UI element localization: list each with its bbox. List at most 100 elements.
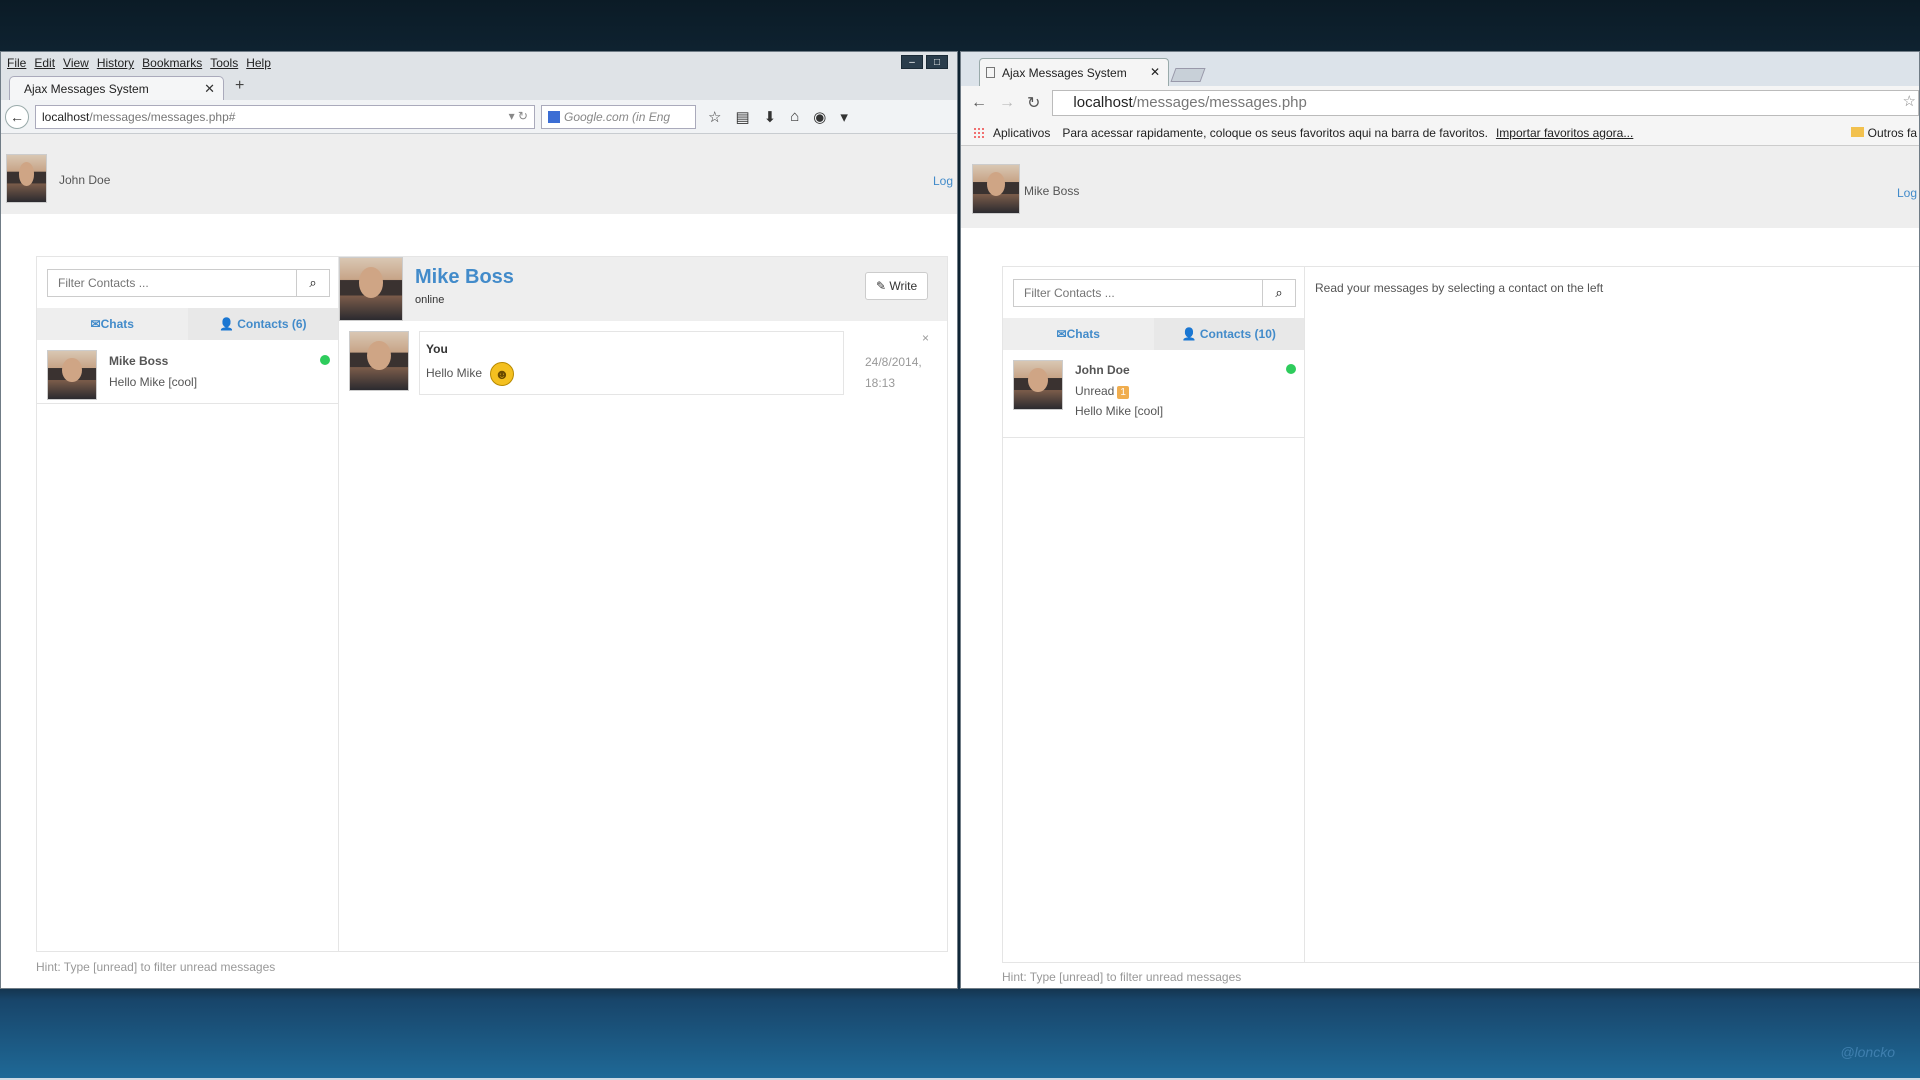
firefox-window: ‒ □ File Edit View History Bookmarks Tool… bbox=[0, 51, 958, 989]
tab-contacts[interactable]: 👤 Contacts (10) bbox=[1153, 318, 1304, 350]
close-tab-icon[interactable]: ✕ bbox=[1150, 65, 1160, 79]
page-icon bbox=[986, 67, 995, 78]
chat-header: Mike Boss online ✎ Write bbox=[339, 257, 947, 321]
menu-view[interactable]: View bbox=[63, 56, 89, 70]
tab-title: Ajax Messages System bbox=[24, 82, 149, 96]
search-icon[interactable]: ⌕ bbox=[1263, 279, 1296, 307]
tab-title: Ajax Messages System bbox=[1002, 66, 1127, 80]
watermark: @loncko bbox=[1840, 1044, 1895, 1060]
back-icon[interactable]: ← bbox=[5, 104, 29, 129]
new-tab-icon[interactable]: + bbox=[235, 77, 244, 95]
addon-icon[interactable]: ◉ bbox=[813, 108, 826, 126]
close-tab-icon[interactable]: ✕ bbox=[204, 81, 215, 97]
window-controls: ‒□ bbox=[901, 55, 948, 69]
bookmarks-bar: Aplicativos Para acessar rapidamente, co… bbox=[961, 120, 1919, 146]
search-box[interactable]: Google.com (in Eng bbox=[541, 104, 696, 129]
url-path: /messages/messages.php# bbox=[89, 109, 236, 124]
back-icon[interactable]: ← bbox=[971, 94, 987, 112]
delete-message-icon[interactable]: × bbox=[922, 331, 929, 345]
menu-icon[interactable]: ▾ bbox=[840, 108, 848, 126]
avatar bbox=[47, 350, 97, 400]
filter-contacts: ⌕ bbox=[47, 269, 330, 297]
maximize-icon[interactable]: □ bbox=[926, 55, 948, 69]
toolbar-icons: ☆ ▤ ⬇ ⌂ ◉ ▾ bbox=[708, 108, 848, 126]
home-icon[interactable]: ⌂ bbox=[790, 108, 799, 126]
contact-name: John Doe bbox=[1075, 363, 1130, 377]
logout-link[interactable]: Log bbox=[933, 174, 953, 188]
reload-icon[interactable]: ▾ ↻ bbox=[509, 109, 528, 123]
navigation-bar: ← → ↻ localhost/messages/messages.php ☆ bbox=[961, 86, 1919, 120]
current-user-name: John Doe bbox=[59, 173, 111, 187]
other-bookmarks-label: Outros fa bbox=[1867, 125, 1917, 140]
menu-help[interactable]: Help bbox=[246, 56, 271, 70]
menu-edit[interactable]: Edit bbox=[34, 56, 55, 70]
url-bar[interactable]: localhost/messages/messages.php ☆ bbox=[1052, 90, 1919, 116]
new-tab-icon[interactable] bbox=[1170, 68, 1206, 82]
chat-contact-name[interactable]: Mike Boss bbox=[415, 266, 514, 289]
logout-link[interactable]: Log bbox=[1897, 186, 1917, 200]
import-bookmarks-link[interactable]: Importar favoritos agora... bbox=[1496, 126, 1633, 140]
tab-contacts[interactable]: 👤 Contacts (6) bbox=[187, 308, 338, 340]
folder-icon bbox=[1850, 126, 1864, 137]
download-icon[interactable]: ⬇ bbox=[764, 108, 777, 126]
menu-bookmarks[interactable]: Bookmarks bbox=[142, 56, 202, 70]
bookmark-star-icon[interactable]: ☆ bbox=[1903, 92, 1916, 110]
chrome-window: ‒□ Ajax Messages System ✕ ← → ↻ localhos… bbox=[960, 51, 1920, 989]
forward-icon[interactable]: → bbox=[999, 94, 1015, 112]
message-date: 24/8/2014, bbox=[865, 355, 922, 369]
empty-chat-text: Read your messages by selecting a contac… bbox=[1315, 281, 1604, 295]
contact-preview: Hello Mike [cool] bbox=[1075, 404, 1164, 418]
hint-text: Hint: Type [unread] to filter unread mes… bbox=[1002, 970, 1242, 984]
smiley-icon: ☻ bbox=[490, 362, 515, 386]
online-status-dot bbox=[1286, 364, 1296, 374]
contact-tabs: ✉Chats 👤 Contacts (10) bbox=[1003, 318, 1304, 350]
bookmark-star-icon[interactable]: ☆ bbox=[708, 108, 721, 126]
list-item[interactable]: John Doe Unread 1 Hello Mike [cool] bbox=[1003, 350, 1304, 438]
filter-input[interactable] bbox=[47, 269, 297, 297]
current-user-name: Mike Boss bbox=[1024, 184, 1080, 198]
filter-contacts: ⌕ bbox=[1013, 279, 1296, 307]
url-bar[interactable]: localhost/messages/messages.php# ▾ ↻ bbox=[35, 104, 535, 129]
message-author: You bbox=[426, 342, 448, 356]
list-item[interactable]: Mike Boss Hello Mike [cool] bbox=[37, 340, 338, 404]
apps-link[interactable]: Aplicativos bbox=[993, 126, 1050, 140]
browser-tab[interactable]: Ajax Messages System ✕ bbox=[9, 76, 224, 100]
app-header: John Doe Log bbox=[1, 134, 957, 214]
other-bookmarks[interactable]: Outros fa bbox=[1850, 125, 1917, 140]
search-icon[interactable]: ⌕ bbox=[297, 269, 330, 297]
contacts-pane: ⌕ ✉Chats 👤 Contacts (6) Mike Boss Hello … bbox=[37, 257, 339, 951]
tab-strip: Ajax Messages System ✕ + bbox=[1, 74, 957, 100]
minimize-icon[interactable]: ‒ bbox=[901, 55, 923, 69]
bookmarks-list-icon[interactable]: ▤ bbox=[735, 108, 749, 126]
google-icon bbox=[548, 111, 560, 124]
messages-panel: ⌕ ✉Chats 👤 Contacts (10) John Doe Unread… bbox=[1002, 266, 1919, 963]
chat-contact-status: online bbox=[415, 294, 445, 306]
contact-name: Mike Boss bbox=[109, 354, 169, 368]
avatar bbox=[6, 154, 47, 203]
search-placeholder: Google.com (in Eng bbox=[564, 109, 671, 124]
menu-history[interactable]: History bbox=[97, 56, 134, 70]
online-status-dot bbox=[320, 355, 330, 365]
apps-icon bbox=[973, 126, 985, 139]
unread-indicator: Unread 1 bbox=[1075, 384, 1129, 399]
bookmarks-hint: Para acessar rapidamente, coloque os seu… bbox=[1062, 125, 1488, 140]
message-bubble: You Hello Mike ☻ bbox=[419, 331, 844, 395]
browser-tab[interactable]: Ajax Messages System ✕ bbox=[979, 58, 1169, 86]
app-header: Mike Boss Log bbox=[961, 146, 1919, 228]
write-button[interactable]: ✎ Write bbox=[865, 272, 929, 300]
menu-tools[interactable]: Tools bbox=[210, 56, 238, 70]
menu-file[interactable]: File bbox=[7, 56, 26, 70]
unread-count-badge: 1 bbox=[1117, 386, 1129, 399]
contacts-pane: ⌕ ✉Chats 👤 Contacts (10) John Doe Unread… bbox=[1003, 267, 1305, 962]
tab-chats[interactable]: ✉Chats bbox=[37, 308, 188, 340]
menu-bar: File Edit View History Bookmarks Tools H… bbox=[1, 52, 957, 74]
tab-strip: Ajax Messages System ✕ bbox=[961, 52, 1919, 86]
message-time: 18:13 bbox=[865, 376, 896, 390]
filter-input[interactable] bbox=[1013, 279, 1263, 307]
message-text: Hello Mike bbox=[426, 366, 483, 381]
reload-icon[interactable]: ↻ bbox=[1027, 93, 1040, 113]
url-host: localhost bbox=[42, 109, 90, 124]
tab-chats[interactable]: ✉Chats bbox=[1003, 318, 1154, 350]
navigation-bar: ← localhost/messages/messages.php# ▾ ↻ G… bbox=[1, 100, 957, 134]
url-host: localhost bbox=[1073, 94, 1133, 111]
